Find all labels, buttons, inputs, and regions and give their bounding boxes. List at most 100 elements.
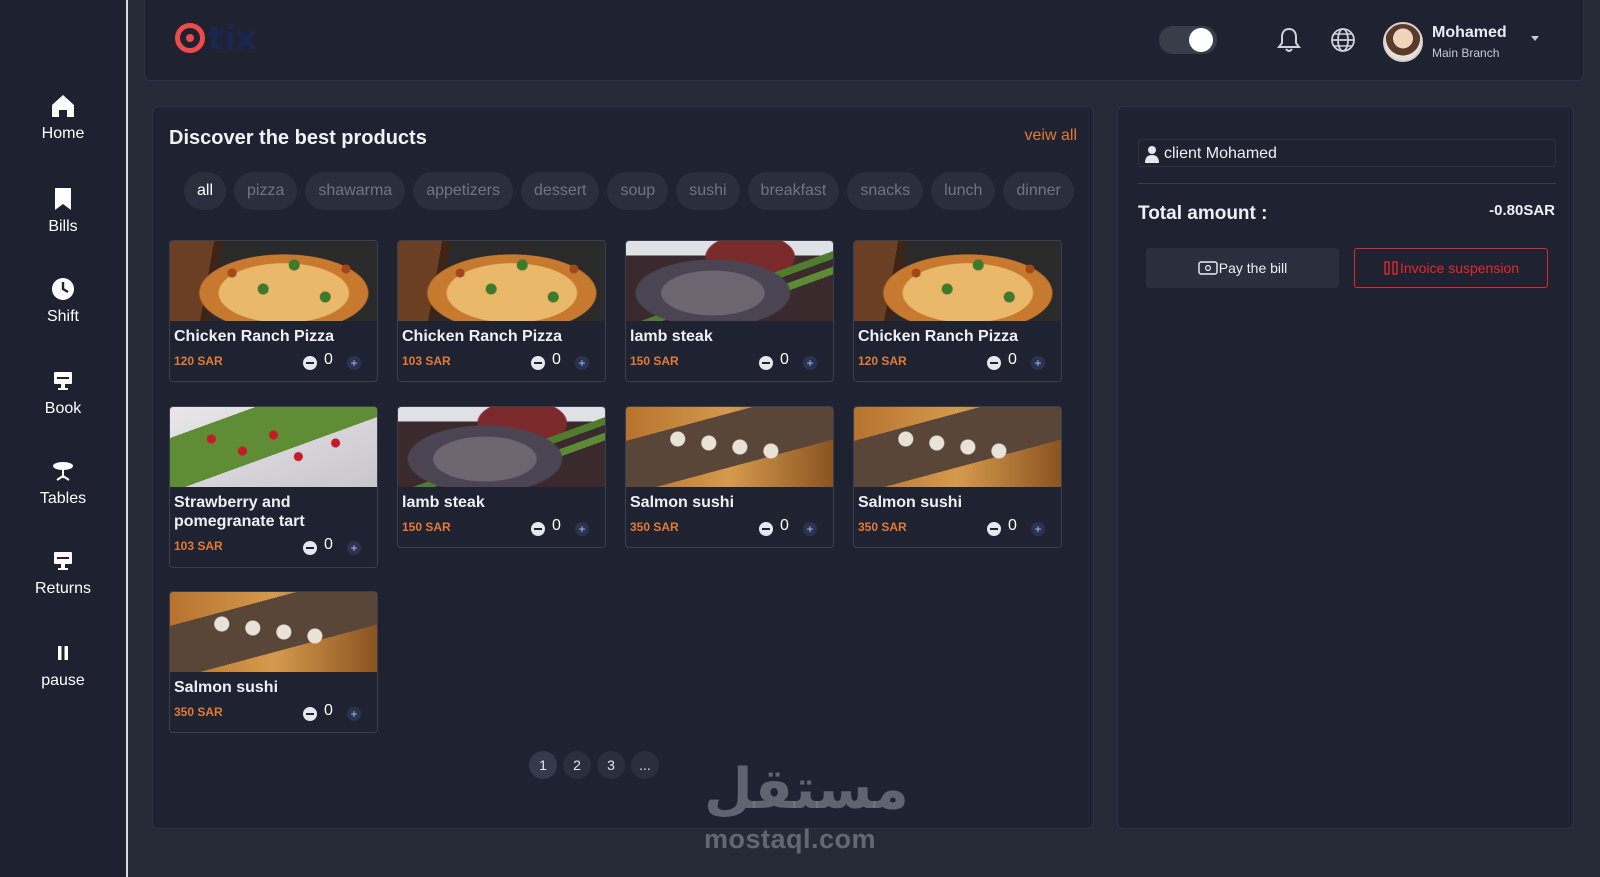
page-button-3[interactable]: 3 <box>597 751 625 779</box>
invoice-suspension-button[interactable]: Invoice suspension <box>1354 248 1548 288</box>
product-name: lamb steak <box>630 328 713 345</box>
product-name: Strawberry and pomegranate tart <box>174 494 305 530</box>
sidebar-item-bills[interactable]: Bills <box>0 186 126 236</box>
client-field[interactable]: client Mohamed <box>1138 139 1556 167</box>
category-chip-sushi[interactable]: sushi <box>676 172 740 210</box>
product-card[interactable]: Salmon sushi 350 SAR 0 + <box>853 406 1062 548</box>
page-button-more[interactable]: ... <box>631 751 659 779</box>
chevron-down-icon[interactable] <box>1531 36 1539 41</box>
pay-bill-button[interactable]: Pay the bill <box>1146 248 1339 288</box>
product-image <box>626 241 833 321</box>
logo-mark <box>175 23 205 53</box>
product-card[interactable]: Salmon sushi 350 SAR 0 + <box>625 406 834 548</box>
decrease-qty-button[interactable] <box>987 356 1001 370</box>
sidebar-item-returns[interactable]: Returns <box>0 548 126 598</box>
total-value: -0.80SAR <box>1489 202 1555 219</box>
invoice-suspension-label: Invoice suspension <box>1399 260 1520 276</box>
product-card[interactable]: Chicken Ranch Pizza 120 SAR 0 + <box>853 240 1062 382</box>
watermark-arabic: مستقل <box>704 757 909 822</box>
avatar[interactable] <box>1383 22 1423 62</box>
top-header: tix Mohamed Main Branch <box>144 0 1584 81</box>
decrease-qty-button[interactable] <box>759 356 773 370</box>
logo[interactable]: tix <box>175 18 258 58</box>
page-button-1[interactable]: 1 <box>529 751 557 779</box>
product-qty: 0 <box>780 351 789 368</box>
category-chip-soup[interactable]: soup <box>607 172 669 210</box>
decrease-qty-button[interactable] <box>303 541 317 555</box>
increase-qty-button[interactable]: + <box>1031 356 1045 370</box>
category-chip-pizza[interactable]: pizza <box>234 172 298 210</box>
product-card[interactable]: Strawberry and pomegranate tart 103 SAR … <box>169 406 378 568</box>
product-price: 350 SAR <box>858 520 907 534</box>
pause-icon <box>58 646 68 660</box>
product-image <box>170 241 377 321</box>
decrease-qty-button[interactable] <box>531 356 545 370</box>
sidebar-item-label: Tables <box>39 490 87 507</box>
sidebar-item-shift[interactable]: Shift <box>0 276 126 326</box>
category-chip-all[interactable]: all <box>184 172 227 210</box>
decrease-qty-button[interactable] <box>987 522 1001 536</box>
product-price: 103 SAR <box>402 354 451 368</box>
category-chip-snacks[interactable]: snacks <box>847 172 924 210</box>
toggle-knob <box>1189 28 1213 52</box>
product-name: Salmon sushi <box>174 679 279 696</box>
logo-text: tix <box>208 19 258 57</box>
product-image <box>854 407 1061 487</box>
increase-qty-button[interactable]: + <box>1031 522 1045 536</box>
product-card[interactable]: Chicken Ranch Pizza 103 SAR 0 + <box>397 240 606 382</box>
sidebar-item-label: pause <box>41 672 85 689</box>
view-all-link[interactable]: veiw all <box>1025 127 1077 145</box>
category-chip-shawarma[interactable]: shawarma <box>305 172 406 210</box>
product-qty: 0 <box>1008 351 1017 368</box>
sidebar-item-tables[interactable]: Tables <box>0 458 126 508</box>
decrease-qty-button[interactable] <box>303 356 317 370</box>
home-icon <box>52 95 74 117</box>
globe-icon[interactable] <box>1329 26 1357 54</box>
bell-icon[interactable] <box>1275 26 1303 54</box>
decrease-qty-button[interactable] <box>531 522 545 536</box>
increase-qty-button[interactable]: + <box>347 356 361 370</box>
client-name: client Mohamed <box>1164 145 1277 162</box>
user-branch: Main Branch <box>1432 46 1500 60</box>
product-name: Chicken Ranch Pizza <box>858 328 1019 345</box>
product-card[interactable]: Chicken Ranch Pizza 120 SAR 0 + <box>169 240 378 382</box>
increase-qty-button[interactable]: + <box>803 522 817 536</box>
product-card[interactable]: Salmon sushi 350 SAR 0 + <box>169 591 378 733</box>
increase-qty-button[interactable]: + <box>803 356 817 370</box>
sidebar-item-label: Shift <box>46 308 79 325</box>
sidebar-item-home[interactable]: Home <box>0 93 126 143</box>
increase-qty-button[interactable]: + <box>347 541 361 555</box>
page-button-2[interactable]: 2 <box>563 751 591 779</box>
product-image <box>398 241 605 321</box>
sidebar-item-label: Home <box>41 125 85 142</box>
total-label: Total amount : <box>1138 203 1268 224</box>
category-chip-dessert[interactable]: dessert <box>521 172 600 210</box>
category-chip-dinner[interactable]: dinner <box>1003 172 1074 210</box>
product-card[interactable]: lamb steak 150 SAR 0 + <box>397 406 606 548</box>
sidebar-item-book[interactable]: Book <box>0 368 126 418</box>
user-name[interactable]: Mohamed <box>1432 24 1507 42</box>
product-qty: 0 <box>552 517 561 534</box>
product-qty: 0 <box>1008 517 1017 534</box>
category-chip-lunch[interactable]: lunch <box>931 172 996 210</box>
category-chip-appetizers[interactable]: appetizers <box>413 172 514 210</box>
product-qty: 0 <box>324 351 333 368</box>
decrease-qty-button[interactable] <box>759 522 773 536</box>
product-name: lamb steak <box>402 494 485 511</box>
product-card[interactable]: lamb steak 150 SAR 0 + <box>625 240 834 382</box>
theme-toggle[interactable] <box>1159 26 1217 54</box>
clock-icon <box>52 278 74 300</box>
increase-qty-button[interactable]: + <box>575 356 589 370</box>
user-icon <box>1145 146 1159 163</box>
products-panel: Discover the best products veiw all all … <box>152 106 1094 829</box>
product-price: 120 SAR <box>858 354 907 368</box>
decrease-qty-button[interactable] <box>303 707 317 721</box>
increase-qty-button[interactable]: + <box>575 522 589 536</box>
product-price: 350 SAR <box>630 520 679 534</box>
product-image <box>398 407 605 487</box>
sidebar-item-pause[interactable]: pause <box>0 640 126 690</box>
bill-panel: client Mohamed Total amount : -0.80SAR P… <box>1117 106 1574 829</box>
category-filter: all pizza shawarma appetizers dessert so… <box>184 172 1074 210</box>
category-chip-breakfast[interactable]: breakfast <box>747 172 840 210</box>
increase-qty-button[interactable]: + <box>347 707 361 721</box>
